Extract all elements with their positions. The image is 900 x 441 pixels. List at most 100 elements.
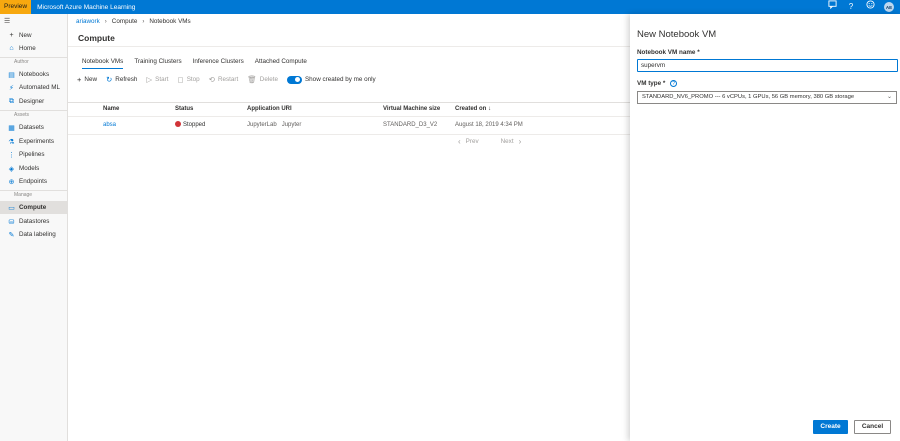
- vm-name-link[interactable]: absa: [103, 119, 116, 131]
- page-title: Compute: [78, 33, 115, 43]
- sidebar-item-home[interactable]: ⌂ Home: [0, 42, 68, 55]
- sidebar: ☰ + New ⌂ Home Author ▤ Notebooks ⚡ Auto…: [0, 14, 68, 441]
- table-top-border: [68, 102, 630, 103]
- stop-button[interactable]: ◻ Stop: [177, 75, 199, 84]
- column-header-uri[interactable]: Application URI: [247, 102, 292, 116]
- delete-button[interactable]: 🗑 Delete: [247, 75, 278, 84]
- sidebar-item-notebooks[interactable]: ▤ Notebooks: [0, 68, 68, 81]
- created-by-me-toggle[interactable]: Show created by me only: [286, 75, 376, 84]
- required-asterisk: *: [662, 80, 666, 88]
- trash-icon: 🗑: [247, 75, 257, 84]
- sidebar-item-data-labeling[interactable]: ✎ Data labeling: [0, 228, 68, 241]
- sidebar-divider: [0, 110, 68, 111]
- cancel-button[interactable]: Cancel: [854, 420, 891, 434]
- chevron-left-icon[interactable]: ‹: [458, 137, 461, 146]
- sidebar-item-endpoints[interactable]: ⊕ Endpoints: [0, 175, 68, 188]
- info-icon[interactable]: ?: [670, 80, 678, 87]
- breadcrumb-compute[interactable]: Compute: [112, 18, 138, 25]
- toggle-switch[interactable]: [286, 75, 302, 84]
- new-notebook-vm-panel: New Notebook VM Notebook VM name * VM ty…: [630, 14, 900, 441]
- application-uri-cell[interactable]: JupyterLab Jupyter: [247, 119, 301, 131]
- sidebar-divider: [0, 57, 68, 58]
- sidebar-item-compute[interactable]: ▭ Compute: [0, 201, 68, 214]
- feedback-icon[interactable]: [827, 0, 837, 14]
- sidebar-item-label: Designer: [19, 98, 45, 105]
- designer-icon: ⧉: [9, 97, 14, 105]
- datastores-icon: ⛁: [8, 218, 15, 226]
- vm-name-label-text: Notebook VM name: [637, 49, 696, 56]
- refresh-icon: ↻: [106, 75, 113, 84]
- section-author: Author: [14, 59, 29, 65]
- created-on-label: Created on: [455, 106, 487, 112]
- sidebar-item-datastores[interactable]: ⛁ Datastores: [0, 215, 68, 228]
- vm-type-dropdown[interactable]: STANDARD_NV6_PROMO --- 6 vCPUs, 1 GPUs, …: [637, 91, 897, 104]
- row-bottom-border: [68, 134, 630, 135]
- sidebar-item-new[interactable]: + New: [0, 29, 68, 42]
- smiley-icon[interactable]: [865, 0, 875, 14]
- sidebar-item-models[interactable]: ◈ Models: [0, 162, 68, 175]
- refresh-button[interactable]: ↻ Refresh: [106, 75, 137, 84]
- start-button[interactable]: ▷ Start: [146, 75, 168, 84]
- topbar-icons: ? AE: [827, 0, 894, 14]
- vm-name-label: Notebook VM name *: [637, 49, 700, 56]
- sidebar-item-label: Experiments: [19, 138, 54, 145]
- compute-icon: ▭: [8, 204, 15, 212]
- sidebar-item-experiments[interactable]: ⚗ Experiments: [0, 135, 68, 148]
- refresh-button-label: Refresh: [115, 76, 138, 83]
- sidebar-item-datasets[interactable]: ▦ Datasets: [0, 121, 68, 134]
- sidebar-item-label: Datasets: [19, 124, 44, 131]
- vm-type-label: VM type * ?: [637, 80, 678, 88]
- tab-attached-compute[interactable]: Attached Compute: [255, 58, 307, 69]
- help-icon[interactable]: ?: [846, 0, 856, 14]
- column-header-created-on[interactable]: Created on ↓: [455, 102, 491, 116]
- restart-button-label: Restart: [217, 76, 239, 83]
- restart-button[interactable]: ⟲ Restart: [209, 75, 239, 84]
- play-icon: ▷: [146, 75, 153, 84]
- vm-name-input[interactable]: [637, 59, 898, 72]
- delete-button-label: Delete: [259, 76, 278, 83]
- breadcrumb: ariawork › Compute › Notebook VMs: [76, 18, 191, 25]
- sidebar-item-label: Compute: [19, 204, 47, 211]
- notebook-icon: ▤: [8, 71, 15, 79]
- data-labeling-icon: ✎: [8, 231, 15, 239]
- sidebar-item-label: Notebooks: [19, 71, 50, 78]
- column-header-vm-size[interactable]: Virtual Machine size: [383, 102, 440, 116]
- stop-icon: ◻: [177, 75, 184, 84]
- app-title[interactable]: Microsoft Azure Machine Learning: [37, 4, 135, 11]
- prev-page-button[interactable]: Prev: [466, 138, 479, 145]
- vm-size-cell: STANDARD_D3_V2: [383, 122, 438, 128]
- new-button[interactable]: + New: [77, 75, 97, 84]
- chevron-down-icon: ⌄: [886, 94, 892, 100]
- endpoints-icon: ⊕: [8, 178, 15, 186]
- create-button[interactable]: Create: [813, 420, 848, 434]
- sidebar-item-designer[interactable]: ⧉ Designer: [0, 95, 68, 108]
- main-content: ariawork › Compute › Notebook VMs Comput…: [68, 14, 630, 441]
- sidebar-item-label: Models: [19, 165, 40, 172]
- automl-icon: ⚡: [9, 84, 14, 92]
- avatar[interactable]: AE: [884, 2, 894, 12]
- pagination: ‹ Prev Next ›: [458, 137, 521, 146]
- experiments-icon: ⚗: [8, 138, 15, 146]
- column-header-name[interactable]: Name: [103, 102, 119, 116]
- sidebar-item-label: Home: [19, 45, 36, 52]
- required-asterisk: *: [697, 49, 700, 56]
- pipelines-icon: ⋮: [8, 151, 15, 159]
- column-header-status[interactable]: Status: [175, 102, 193, 116]
- sidebar-item-automated-ml[interactable]: ⚡ Automated ML: [0, 81, 68, 94]
- tab-training-clusters[interactable]: Training Clusters: [134, 58, 181, 69]
- sidebar-divider: [0, 190, 68, 191]
- chevron-right-icon[interactable]: ›: [519, 137, 522, 146]
- tab-inference-clusters[interactable]: Inference Clusters: [193, 58, 244, 69]
- next-page-button[interactable]: Next: [501, 138, 514, 145]
- hamburger-icon[interactable]: ☰: [4, 17, 10, 25]
- start-button-label: Start: [155, 76, 169, 83]
- top-bar: Preview Microsoft Azure Machine Learning…: [0, 0, 900, 14]
- header-bottom-border: [68, 116, 630, 117]
- sort-down-icon: ↓: [488, 106, 492, 112]
- plus-icon: +: [9, 32, 14, 39]
- datasets-icon: ▦: [8, 124, 15, 132]
- compute-tabs: Notebook VMs Training Clusters Inference…: [82, 58, 307, 69]
- tab-notebook-vms[interactable]: Notebook VMs: [82, 58, 124, 69]
- sidebar-item-pipelines[interactable]: ⋮ Pipelines: [0, 148, 68, 161]
- breadcrumb-workspace[interactable]: ariawork: [76, 18, 100, 25]
